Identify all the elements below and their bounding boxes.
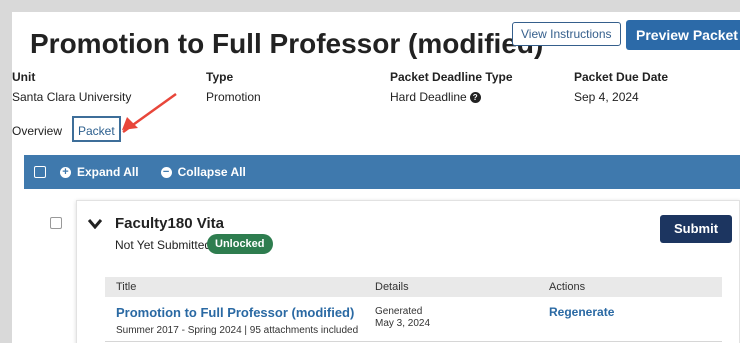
submit-button[interactable]: Submit [660,215,733,243]
deadline-type-field: Hard Deadline? [390,90,481,104]
page-panel: Promotion to Full Professor (modified) V… [12,12,740,343]
unit-label: Unit [12,70,36,84]
preview-packet-button[interactable]: Preview Packet [626,20,740,50]
deadline-type-value: Hard Deadline [390,90,467,104]
plus-circle-icon: + [60,166,71,178]
due-date-value: Sep 4, 2024 [574,90,639,104]
tab-overview[interactable]: Overview [12,124,62,138]
section-card: Faculty180 Vita Not Yet Submitted Unlock… [76,200,740,343]
document-subtitle: Summer 2017 - Spring 2024 | 95 attachmen… [116,325,359,336]
question-circle-icon[interactable]: ? [469,92,481,104]
status-badge: Unlocked [207,234,273,254]
collapse-all-label: Collapse All [177,165,246,179]
type-label: Type [206,70,234,84]
column-header-actions: Actions [549,281,586,293]
unit-value: Santa Clara University [12,90,132,104]
annotation-arrow-icon [122,92,177,134]
column-header-details: Details [375,281,409,293]
document-title-link[interactable]: Promotion to Full Professor (modified) [116,305,354,320]
due-date-label: Packet Due Date [574,70,669,84]
section-status: Not Yet Submitted [115,238,212,252]
section-title: Faculty180 Vita [115,215,224,232]
collapse-all-button[interactable]: − Collapse All [160,165,246,179]
minus-circle-icon: − [160,166,172,178]
page-title: Promotion to Full Professor (modified) [30,28,544,59]
expand-all-button[interactable]: + Expand All [60,165,139,179]
details-date: May 3, 2024 [375,318,431,329]
section-checkbox[interactable] [50,217,62,229]
view-instructions-button[interactable]: View Instructions [512,22,621,46]
row-divider [105,341,722,342]
chevron-down-icon[interactable] [88,219,102,229]
deadline-type-label: Packet Deadline Type [390,70,513,84]
tab-packet[interactable]: Packet [72,116,121,142]
expand-all-label: Expand All [77,165,139,179]
regenerate-link[interactable]: Regenerate [549,305,614,319]
table-header: Title Details Actions [105,277,722,297]
packet-toolbar: + Expand All − Collapse All [24,155,740,189]
details-label: Generated [375,306,423,317]
column-header-title: Title [116,281,137,293]
select-all-checkbox[interactable] [34,166,46,178]
